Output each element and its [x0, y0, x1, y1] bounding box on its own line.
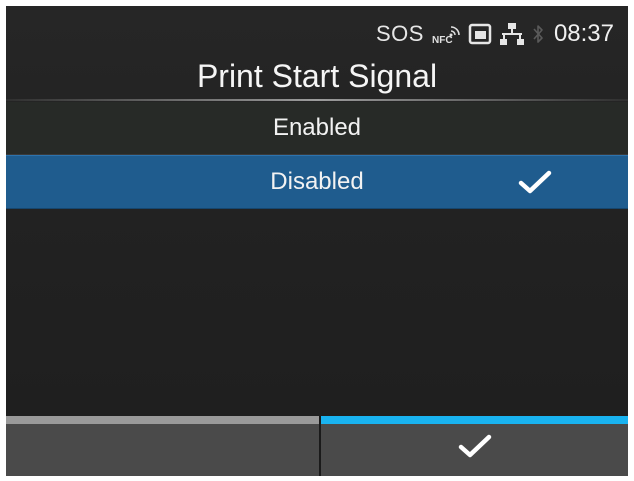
- softkey-left[interactable]: [6, 416, 319, 476]
- page-title: Print Start Signal: [196, 58, 438, 94]
- checkmark-icon: [518, 169, 552, 195]
- softkey-divider: [319, 416, 321, 476]
- option-disabled[interactable]: Disabled: [6, 155, 628, 209]
- confirm-button[interactable]: [321, 416, 628, 476]
- option-enabled[interactable]: Enabled: [6, 102, 628, 155]
- softkey-right-strip: [321, 416, 628, 424]
- option-list: Enabled Disabled: [6, 102, 628, 209]
- softkey-left-strip: [6, 416, 319, 424]
- title-divider: [6, 99, 628, 101]
- bluetooth-icon: [532, 23, 544, 45]
- option-label: Enabled: [272, 114, 362, 141]
- status-bar: SOS NFC 08:37: [376, 18, 614, 50]
- checkmark-icon: [458, 433, 492, 459]
- clock-time: 08:37: [553, 20, 614, 47]
- option-label: Disabled: [270, 168, 364, 195]
- sos-label: SOS: [375, 21, 424, 46]
- network-icon: [499, 22, 524, 46]
- softkey-bar: [6, 416, 628, 476]
- sd-card-icon: [468, 23, 492, 45]
- printer-display: SOS NFC 08:37 Print Start Signal Enabled…: [6, 6, 628, 476]
- svg-text:NFC: NFC: [432, 35, 453, 45]
- nfc-icon: NFC: [432, 23, 460, 45]
